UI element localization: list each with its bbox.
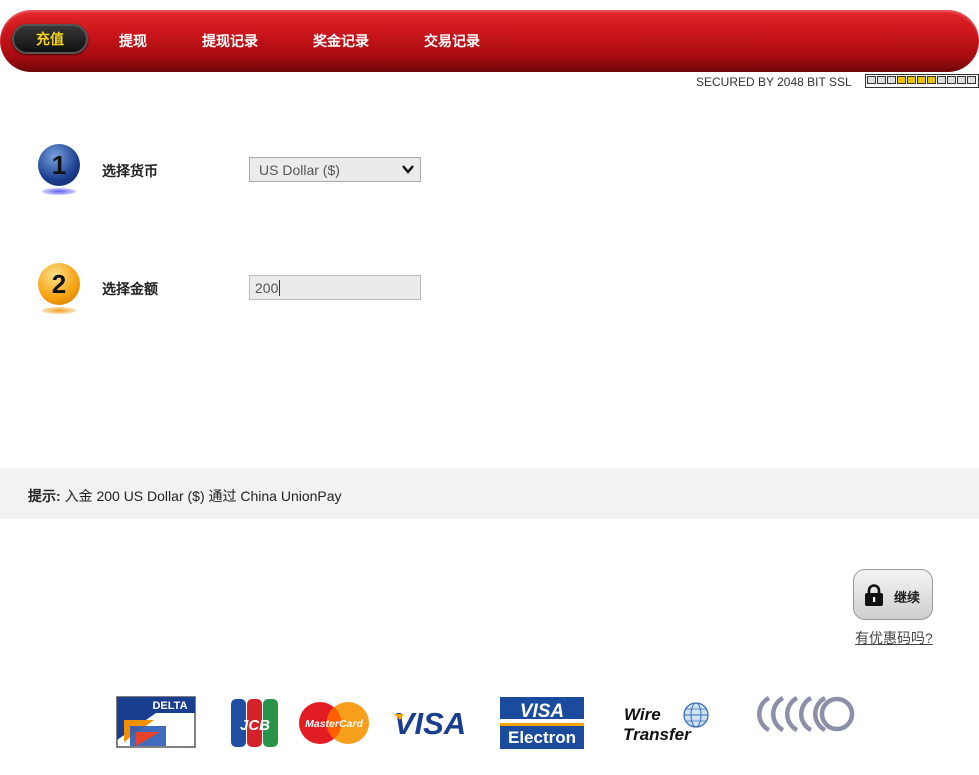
currency-select[interactable]: US Dollar ($) bbox=[249, 157, 421, 182]
ssl-meter-cell bbox=[907, 76, 916, 84]
ssl-meter-cell bbox=[967, 76, 976, 84]
step-2-badge-icon: 2 bbox=[38, 263, 80, 305]
svg-text:Transfer: Transfer bbox=[623, 725, 692, 744]
mastercard-logo: MasterCard bbox=[299, 702, 369, 744]
hint-bar: 提示: 入金 200 US Dollar ($) 通过 China UnionP… bbox=[0, 468, 979, 519]
currency-selected-value: US Dollar ($) bbox=[259, 161, 340, 178]
hint-text: 提示: 入金 200 US Dollar ($) 通过 China UnionP… bbox=[28, 486, 342, 506]
nav-tab-bonus-history[interactable]: 奖金记录 bbox=[313, 31, 369, 51]
ssl-meter-cell bbox=[877, 76, 886, 84]
ssl-label: SECURED BY 2048 BIT SSL bbox=[696, 75, 852, 89]
ssl-meter-cell bbox=[867, 76, 876, 84]
coupon-code-link[interactable]: 有优惠码吗? bbox=[855, 628, 933, 648]
ssl-meter-cell bbox=[917, 76, 926, 84]
nav-tab-deposit[interactable]: 充值 bbox=[12, 24, 88, 54]
ssl-meter-cell bbox=[927, 76, 936, 84]
ssl-meter-cell bbox=[897, 76, 906, 84]
svg-text:VISA: VISA bbox=[394, 706, 466, 740]
globe-icon bbox=[683, 702, 709, 728]
nav-tab-transaction-history[interactable]: 交易记录 bbox=[424, 31, 480, 51]
delta-logo: DELTA bbox=[116, 696, 196, 748]
step-1-badge-icon: 1 bbox=[38, 144, 80, 186]
lock-icon bbox=[865, 584, 883, 606]
svg-text:MasterCard: MasterCard bbox=[305, 718, 363, 730]
visa-electron-logo: VISA Electron bbox=[500, 697, 584, 749]
continue-button[interactable]: 继续 bbox=[853, 569, 933, 620]
step-1-label: 选择货币 bbox=[102, 163, 158, 179]
text-caret bbox=[279, 279, 281, 296]
svg-text:JCB: JCB bbox=[240, 717, 270, 734]
amount-value: 200 bbox=[255, 279, 279, 296]
jcb-logo: JCB bbox=[231, 699, 278, 747]
svg-text:Electron: Electron bbox=[508, 728, 576, 747]
step-1-badge-shadow bbox=[42, 188, 76, 195]
ssl-meter-cell bbox=[947, 76, 956, 84]
hint-label: 提示: bbox=[28, 488, 61, 504]
ssl-meter-cell bbox=[957, 76, 966, 84]
top-nav: 充值 提现 提现记录 奖金记录 交易记录 bbox=[0, 10, 979, 72]
svg-text:DELTA: DELTA bbox=[152, 700, 187, 712]
step-2-badge-shadow bbox=[42, 307, 76, 314]
hint-message: 入金 200 US Dollar ($) 通过 China UnionPay bbox=[64, 488, 342, 504]
continue-label: 继续 bbox=[894, 590, 921, 605]
ssl-meter-cell bbox=[887, 76, 896, 84]
chevron-down-icon bbox=[402, 162, 414, 179]
wire-transfer-logo: Wire Transfer bbox=[623, 702, 709, 744]
visa-logo: VISA bbox=[394, 706, 466, 740]
step-2-label: 选择金额 bbox=[102, 281, 158, 297]
svg-text:Wire: Wire bbox=[624, 705, 661, 724]
nav-tab-withdraw-history[interactable]: 提现记录 bbox=[202, 31, 258, 51]
amount-input[interactable]: 200 bbox=[249, 275, 421, 300]
contactless-logo bbox=[757, 696, 855, 732]
nav-tab-withdraw[interactable]: 提现 bbox=[119, 31, 147, 51]
ssl-strength-meter bbox=[865, 74, 979, 88]
ssl-meter-cell bbox=[937, 76, 946, 84]
svg-text:VISA: VISA bbox=[520, 701, 564, 722]
